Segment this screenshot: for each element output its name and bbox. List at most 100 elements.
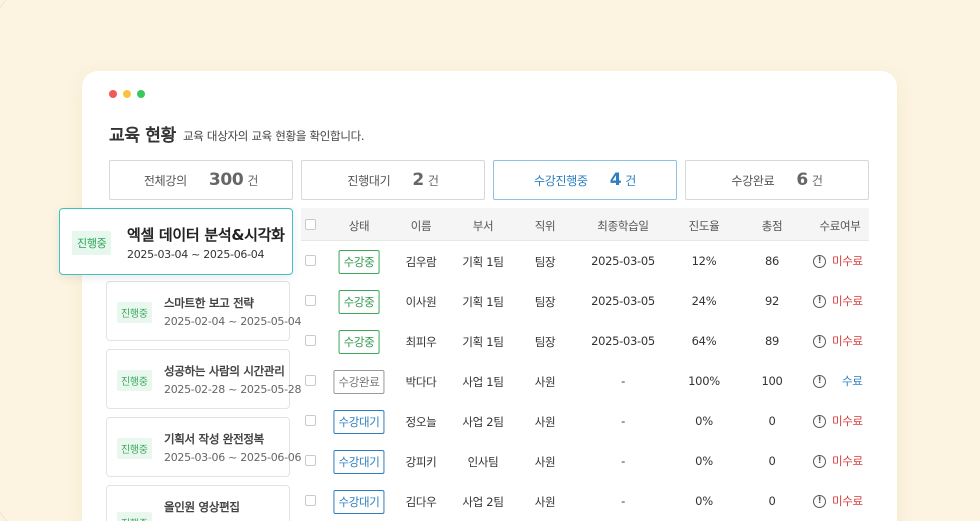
cell-score: 0 (768, 414, 776, 428)
cell-progress: 24% (691, 294, 717, 308)
course-card[interactable]: 진행중 성공하는 사람의 시간관리 2025-02-28 ~ 2025-05-2… (106, 349, 301, 409)
stat-unit: 건 (625, 173, 636, 188)
window-controls (109, 90, 145, 98)
completion-status: ! 미수료 (813, 333, 863, 349)
stat-label: 진행대기 (347, 173, 391, 188)
completion-status: ! 미수료 (813, 293, 863, 309)
cell-last-study: 2025-03-05 (591, 294, 655, 308)
cell-score: 0 (768, 494, 776, 508)
close-dot[interactable] (109, 90, 117, 98)
learner-table: 상태 이름 부서 직위 최종학습일 진도율 총점 수료여부 수강중 김우람 기획 1… (301, 208, 869, 521)
cell-progress: 0% (695, 494, 713, 508)
cell-score: 86 (764, 254, 780, 268)
course-card-selected[interactable]: 진행중 엑셀 데이터 분석&시각화 2025-03-04 ~ 2025-06-0… (59, 208, 293, 275)
stat-label: 수강진행중 (534, 173, 588, 188)
status-badge: 진행중 (117, 512, 152, 521)
course-date: 2025-02-04 ~ 2025-05-04 (164, 315, 302, 328)
stat-card-total[interactable]: 전체강의 300 건 (109, 160, 293, 200)
table-row[interactable]: 수강대기 정오늘 사업 2팀 사원 - 0% 0! 미수료 (301, 401, 869, 441)
stat-value: 300 (208, 170, 244, 190)
app-window: 교육 현황 교육 대상자의 교육 현황을 확인합니다. 전체강의 300 건 진… (59, 71, 897, 521)
stat-label: 전체강의 (143, 173, 187, 188)
stat-card-completed[interactable]: 수강완료 6 건 (685, 160, 869, 200)
table-row[interactable]: 수강중 최피우 기획 1팀 팀장 2025-03-05 64% 89! 미수료 (301, 321, 869, 361)
row-checkbox[interactable] (305, 495, 316, 506)
col-status[interactable]: 상태 (349, 218, 370, 234)
cell-last-study: - (621, 374, 625, 388)
info-icon[interactable]: ! (813, 254, 826, 268)
status-badge: 수강완료 (333, 370, 385, 394)
table-row[interactable]: 수강완료 박다다 사업 1팀 사원 - 100% 100! 수료 (301, 361, 869, 401)
course-card[interactable]: 진행중 올인원 영상편집 (106, 485, 290, 521)
cell-progress: 12% (691, 254, 717, 268)
cell-dept: 기획 1팀 (462, 255, 504, 269)
completion-text: 수료 (842, 374, 863, 388)
status-badge: 수강중 (338, 250, 380, 274)
col-completion[interactable]: 수료여부 (819, 218, 860, 234)
stat-value: 4 (609, 170, 622, 190)
stat-unit: 건 (811, 173, 823, 188)
course-card[interactable]: 진행중 스마트한 보고 전략 2025-02-04 ~ 2025-05-04 (106, 281, 301, 341)
cell-last-study: 2025-03-05 (591, 334, 655, 348)
info-icon[interactable]: ! (813, 374, 826, 388)
cell-dept: 인사팀 (467, 455, 499, 469)
completion-status: ! 미수료 (813, 253, 863, 269)
stat-card-in-progress[interactable]: 수강진행중 4 건 (493, 160, 677, 200)
info-icon[interactable]: ! (813, 334, 826, 348)
minimize-dot[interactable] (123, 90, 131, 98)
row-checkbox[interactable] (305, 375, 316, 386)
completion-status: ! 수료 (813, 373, 863, 389)
info-icon[interactable]: ! (813, 414, 826, 428)
cell-last-study: - (621, 454, 625, 468)
cell-position: 사원 (534, 455, 556, 469)
course-name: 엑셀 데이터 분석&시각화 (127, 226, 285, 244)
row-checkbox[interactable] (305, 335, 316, 346)
course-name: 기획서 작성 완전정복 (164, 432, 264, 446)
table-header: 상태 이름 부서 직위 최종학습일 진도율 총점 수료여부 (301, 208, 869, 241)
course-card[interactable]: 진행중 기획서 작성 완전정복 2025-03-06 ~ 2025-06-06 (106, 417, 301, 477)
cell-last-study: - (621, 494, 625, 508)
info-icon[interactable]: ! (813, 494, 826, 508)
table-row[interactable]: 수강중 이사원 기획 1팀 팀장 2025-03-05 24% 92! 미수료 (301, 281, 869, 321)
table-row[interactable]: 수강대기 김다우 사업 2팀 사원 - 0% 0! 미수료 (301, 481, 869, 521)
col-progress[interactable]: 진도율 (689, 218, 720, 234)
cell-dept: 사업 2팀 (462, 415, 504, 429)
course-name: 올인원 영상편집 (164, 500, 240, 514)
cell-name: 김우람 (405, 255, 437, 269)
course-name: 성공하는 사람의 시간관리 (164, 364, 285, 378)
table-row[interactable]: 수강대기 강피키 인사팀 사원 - 0% 0! 미수료 (301, 441, 869, 481)
cell-position: 팀장 (534, 255, 556, 269)
row-checkbox[interactable] (305, 455, 316, 466)
cell-score: 89 (764, 334, 780, 348)
info-icon[interactable]: ! (813, 294, 826, 308)
stat-unit: 건 (427, 173, 439, 188)
status-badge: 수강대기 (333, 450, 385, 474)
select-all-checkbox[interactable] (305, 219, 316, 230)
row-checkbox[interactable] (305, 255, 316, 266)
cell-dept: 기획 1팀 (462, 295, 504, 309)
col-last-study[interactable]: 최종학습일 (597, 218, 649, 234)
status-badge: 수강대기 (333, 490, 385, 514)
completion-status: ! 미수료 (813, 453, 863, 469)
info-icon[interactable]: ! (813, 454, 826, 468)
stat-value: 2 (412, 170, 424, 190)
col-position[interactable]: 직위 (535, 218, 556, 234)
course-name: 스마트한 보고 전략 (164, 296, 254, 310)
maximize-dot[interactable] (137, 90, 145, 98)
cell-dept: 사업 1팀 (462, 375, 504, 389)
status-badge: 수강중 (338, 290, 380, 314)
cell-position: 팀장 (534, 335, 556, 349)
cell-last-study: - (621, 414, 625, 428)
row-checkbox[interactable] (305, 415, 316, 426)
cell-name: 박다다 (405, 375, 437, 389)
table-body: 수강중 김우람 기획 1팀 팀장 2025-03-05 12% 86! 미수료 수강중 이사원 기획… (301, 241, 869, 521)
cell-dept: 기획 1팀 (462, 335, 504, 349)
col-dept[interactable]: 부서 (473, 218, 494, 234)
cell-name: 이사원 (405, 295, 437, 309)
col-score[interactable]: 총점 (762, 218, 783, 234)
completion-text: 미수료 (832, 254, 863, 268)
table-row[interactable]: 수강중 김우람 기획 1팀 팀장 2025-03-05 12% 86! 미수료 (301, 241, 869, 281)
col-name[interactable]: 이름 (411, 218, 432, 234)
stat-card-waiting[interactable]: 진행대기 2 건 (301, 160, 485, 200)
row-checkbox[interactable] (305, 295, 316, 306)
